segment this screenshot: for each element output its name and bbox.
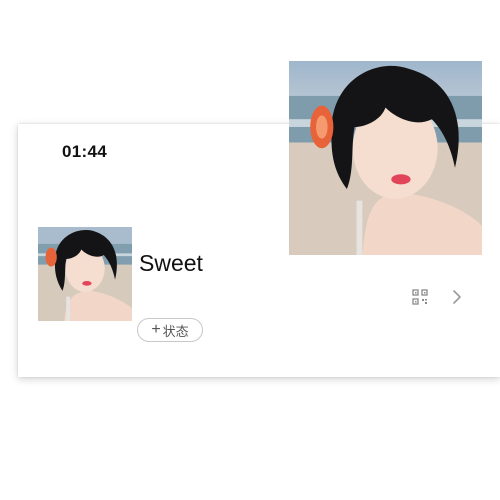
add-status-button[interactable]: + 状态 [137,318,203,342]
plus-icon: + [151,321,161,338]
status-bar-time: 01:44 [62,142,107,161]
profile-name[interactable]: Sweet [139,250,203,277]
qr-code-icon[interactable] [412,289,428,305]
portrait-photo-large [289,61,482,255]
avatar[interactable] [38,227,132,321]
status-button-label: 状态 [162,323,189,339]
chevron-right-icon[interactable] [451,288,463,306]
